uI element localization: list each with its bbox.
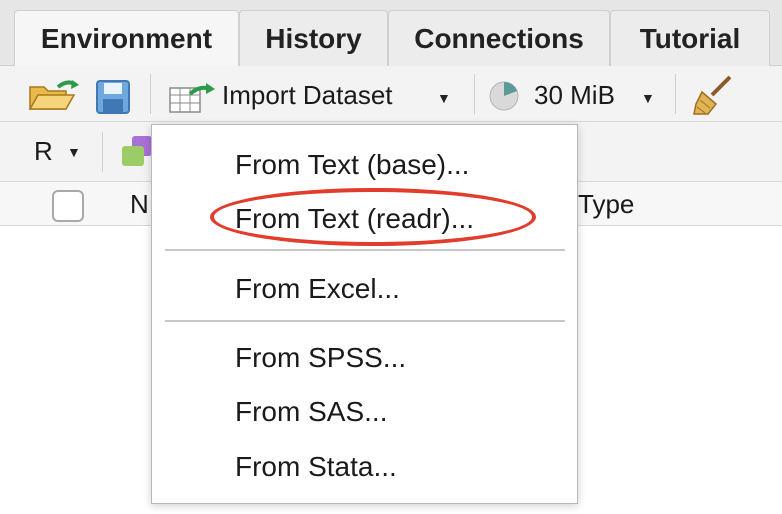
tab-tutorial[interactable]: Tutorial: [610, 10, 770, 66]
memory-pie-icon[interactable]: [488, 80, 520, 117]
column-header-type[interactable]: Type: [578, 189, 634, 220]
menu-item-from-spss[interactable]: From SPSS...: [235, 338, 406, 378]
open-folder-icon[interactable]: [28, 79, 80, 118]
menu-item-from-stata[interactable]: From Stata...: [235, 447, 397, 487]
tab-environment[interactable]: Environment: [14, 10, 239, 67]
language-selector[interactable]: R: [34, 136, 53, 167]
object-icon[interactable]: [122, 136, 152, 171]
menu-item-from-text-base[interactable]: From Text (base)...: [235, 145, 469, 185]
chevron-down-icon[interactable]: ▼: [437, 90, 451, 106]
chevron-down-icon[interactable]: ▼: [67, 144, 81, 160]
chevron-down-icon[interactable]: ▼: [641, 90, 655, 106]
import-dataset-icon[interactable]: [168, 82, 216, 119]
import-dataset-menu: From Text (base)... From Text (readr)...…: [151, 124, 578, 504]
toolbar-separator: [150, 74, 151, 114]
toolbar-separator: [675, 74, 676, 114]
import-dataset-button[interactable]: Import Dataset: [222, 80, 393, 111]
select-all-checkbox[interactable]: [52, 190, 84, 222]
toolbar-separator: [474, 74, 475, 114]
tab-connections[interactable]: Connections: [388, 10, 610, 66]
menu-item-from-sas[interactable]: From SAS...: [235, 392, 387, 432]
menu-item-from-excel[interactable]: From Excel...: [235, 269, 400, 309]
environment-toolbar: Import Dataset ▼ 30 MiB ▼: [0, 66, 782, 122]
tab-history[interactable]: History: [239, 10, 388, 66]
memory-usage-label[interactable]: 30 MiB: [534, 80, 615, 111]
highlight-circle: [210, 188, 536, 246]
column-header-name[interactable]: N: [130, 189, 149, 220]
toolbar-separator: [102, 132, 103, 172]
menu-divider: [165, 249, 565, 251]
menu-divider: [165, 320, 565, 322]
broom-icon[interactable]: [692, 74, 734, 121]
tab-bar: Environment History Connections Tutorial: [0, 0, 782, 67]
save-icon[interactable]: [96, 80, 130, 119]
